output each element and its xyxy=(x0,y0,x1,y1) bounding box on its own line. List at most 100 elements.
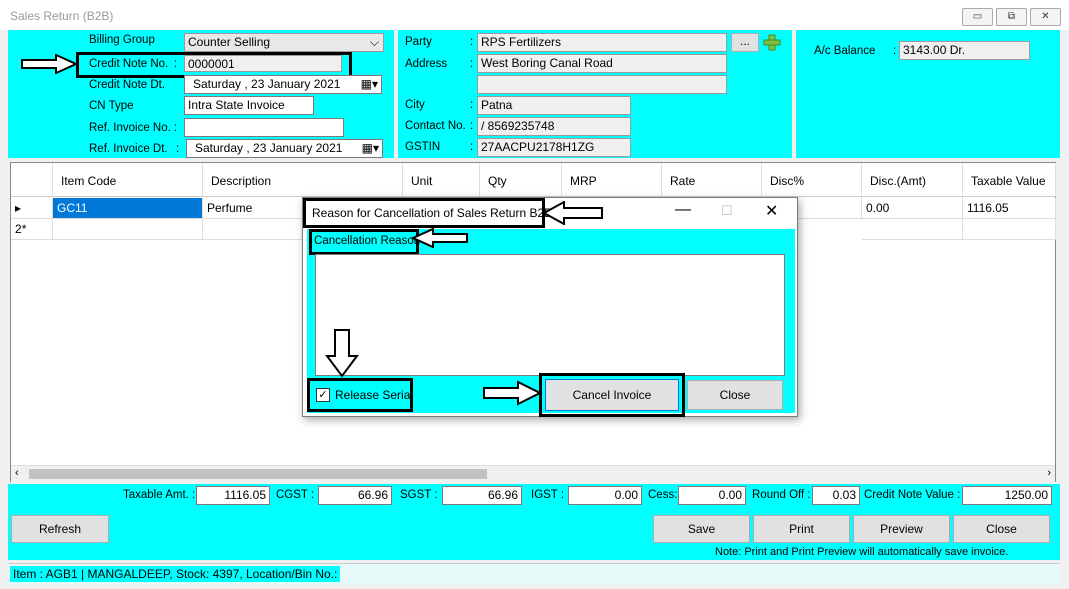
cancellation-reason-textarea[interactable] xyxy=(315,254,785,376)
grid-cell-new[interactable] xyxy=(53,219,203,240)
save-button[interactable]: Save xyxy=(653,515,750,543)
ref-invoice-date-picker[interactable]: Saturday , 23 January 2021 ▦▾ xyxy=(186,139,383,158)
col-disc-amt[interactable]: Disc.(Amt) xyxy=(862,163,963,197)
ref-invoice-no-label: Ref. Invoice No. xyxy=(89,122,171,134)
credit-note-dt-label: Credit Note Dt. xyxy=(89,79,166,91)
release-serial-checkbox[interactable]: ✓ xyxy=(316,388,330,402)
contact-label: Contact No. xyxy=(405,120,466,132)
preview-button[interactable]: Preview xyxy=(853,515,950,543)
calendar-icon[interactable]: ▦▾ xyxy=(361,76,378,93)
col-taxable-value[interactable]: Taxable Value xyxy=(963,163,1056,197)
billing-group-select[interactable]: Counter Selling ⌵ xyxy=(184,33,384,52)
city-field[interactable]: Patna xyxy=(477,96,631,115)
col-description[interactable]: Description xyxy=(203,163,403,197)
arrow-right-icon xyxy=(483,380,542,406)
round-off-field: 0.03 xyxy=(812,486,860,505)
colon: : xyxy=(174,122,178,134)
cancel-invoice-button[interactable]: Cancel Invoice xyxy=(545,379,679,411)
gstin-label: GSTIN xyxy=(405,141,441,153)
col-mrp[interactable]: MRP xyxy=(562,163,662,197)
balance-field: 3143.00 Dr. xyxy=(899,41,1030,60)
cgst-label: CGST : xyxy=(276,489,315,501)
contact-field[interactable]: / 8569235748 xyxy=(477,117,631,136)
colon: : xyxy=(174,58,178,70)
colon: : xyxy=(893,45,897,57)
refresh-button[interactable]: Refresh xyxy=(11,515,109,543)
sgst-label: SGST : xyxy=(400,489,438,501)
col-item-code[interactable]: Item Code xyxy=(53,163,203,197)
grid-cell-taxable-value[interactable]: 1116.05 xyxy=(963,198,1056,219)
credit-note-value-field: 1250.00 xyxy=(962,486,1052,505)
release-serial-highlight: ✓ Release Serial xyxy=(307,378,413,412)
dialog-minimize-icon[interactable]: — xyxy=(675,201,691,219)
col-qty[interactable]: Qty xyxy=(480,163,562,197)
credit-note-no-field[interactable]: 0000001 xyxy=(184,55,342,72)
horizontal-scrollbar[interactable]: ‹ › xyxy=(11,465,1055,482)
dialog-title-highlight: Reason for Cancellation of Sales Return … xyxy=(303,198,552,228)
release-serial-label[interactable]: Release Serial xyxy=(335,388,413,402)
taxable-amt-label: Taxable Amt. : xyxy=(123,489,196,501)
maximize-button[interactable]: ⧉ xyxy=(996,8,1027,26)
save-note: Note: Print and Print Preview will autom… xyxy=(715,546,1009,558)
cancellation-dialog: Reason for Cancellation of Sales Return … xyxy=(302,197,798,417)
gstin-field[interactable]: 27AACPU2178H1ZG xyxy=(477,138,631,157)
billing-group-value: Counter Selling xyxy=(188,35,271,49)
cess-label: Cess: xyxy=(648,489,678,501)
close-window-button[interactable]: ✕ xyxy=(1030,8,1061,26)
round-off-label: Round Off : xyxy=(752,489,811,501)
scroll-left-icon[interactable]: ‹ xyxy=(15,467,19,479)
minimize-button[interactable]: ▭ xyxy=(962,8,993,26)
status-bar: Item : AGB1 | MANGALDEEP, Stock: 4397, L… xyxy=(8,563,1060,584)
calendar-icon[interactable]: ▦▾ xyxy=(362,140,379,157)
address-label: Address xyxy=(405,58,448,70)
close-button[interactable]: Close xyxy=(953,515,1050,543)
col-rate[interactable]: Rate xyxy=(662,163,762,197)
address-line2-field[interactable] xyxy=(477,75,727,94)
colon: : xyxy=(470,120,474,132)
arrow-right-icon xyxy=(21,54,78,74)
col-unit[interactable]: Unit xyxy=(403,163,480,197)
window-titlebar: Sales Return (B2B) ▭ ⧉ ✕ xyxy=(0,0,1069,30)
party-browse-button[interactable]: ... xyxy=(731,33,759,52)
scrollbar-thumb[interactable] xyxy=(29,469,487,479)
city-label: City xyxy=(405,99,425,111)
dialog-title: Reason for Cancellation of Sales Return … xyxy=(312,206,553,220)
dialog-close-icon[interactable]: ✕ xyxy=(765,201,778,221)
scroll-right-icon[interactable]: › xyxy=(1047,467,1051,479)
taxable-amt-field: 1116.05 xyxy=(196,486,270,505)
credit-note-no-label: Credit Note No. xyxy=(89,58,169,70)
add-party-icon[interactable] xyxy=(762,33,782,52)
cn-type-label: CN Type xyxy=(89,100,134,112)
billing-group-label: Billing Group xyxy=(89,34,155,46)
cess-field: 0.00 xyxy=(678,486,746,505)
cancel-invoice-highlight: Cancel Invoice xyxy=(539,373,685,417)
ref-invoice-no-field[interactable] xyxy=(184,118,344,137)
party-label: Party xyxy=(405,36,432,48)
window-title: Sales Return (B2B) xyxy=(10,9,114,23)
credit-note-value-label: Credit Note Value : xyxy=(864,489,961,501)
grid-cell-disc-amt[interactable]: 0.00 xyxy=(862,198,963,219)
checkmark-icon: ✓ xyxy=(318,389,328,401)
sgst-field: 66.96 xyxy=(442,486,522,505)
ref-invoice-dt-label: Ref. Invoice Dt. xyxy=(89,143,168,155)
print-button[interactable]: Print xyxy=(753,515,850,543)
colon: : xyxy=(470,99,474,111)
new-row-marker[interactable]: 2* xyxy=(11,219,53,240)
dialog-maximize-icon: ☐ xyxy=(721,203,733,218)
party-field[interactable]: RPS Fertilizers xyxy=(477,33,727,52)
new-row-number: 2 xyxy=(15,222,22,236)
grid-cell-new[interactable] xyxy=(862,219,963,240)
igst-field: 0.00 xyxy=(568,486,642,505)
grid-cell-item-code[interactable]: GC11 xyxy=(53,198,203,219)
dialog-close-button[interactable]: Close xyxy=(687,380,783,410)
row-selector-icon[interactable]: ▸ xyxy=(11,198,53,219)
col-disc-pct[interactable]: Disc% xyxy=(762,163,862,197)
arrow-down-icon xyxy=(325,329,359,378)
reason-label-highlight: Cancellation Reason xyxy=(309,229,420,255)
status-text: Item : AGB1 | MANGALDEEP, Stock: 4397, L… xyxy=(10,566,341,582)
address-line1-field[interactable]: West Boring Canal Road xyxy=(477,54,727,73)
grid-cell-new[interactable] xyxy=(963,219,1056,240)
balance-label: A/c Balance xyxy=(814,45,876,57)
cn-type-field[interactable]: Intra State Invoice xyxy=(184,96,314,115)
credit-note-date-picker[interactable]: Saturday , 23 January 2021 ▦▾ xyxy=(184,75,382,94)
